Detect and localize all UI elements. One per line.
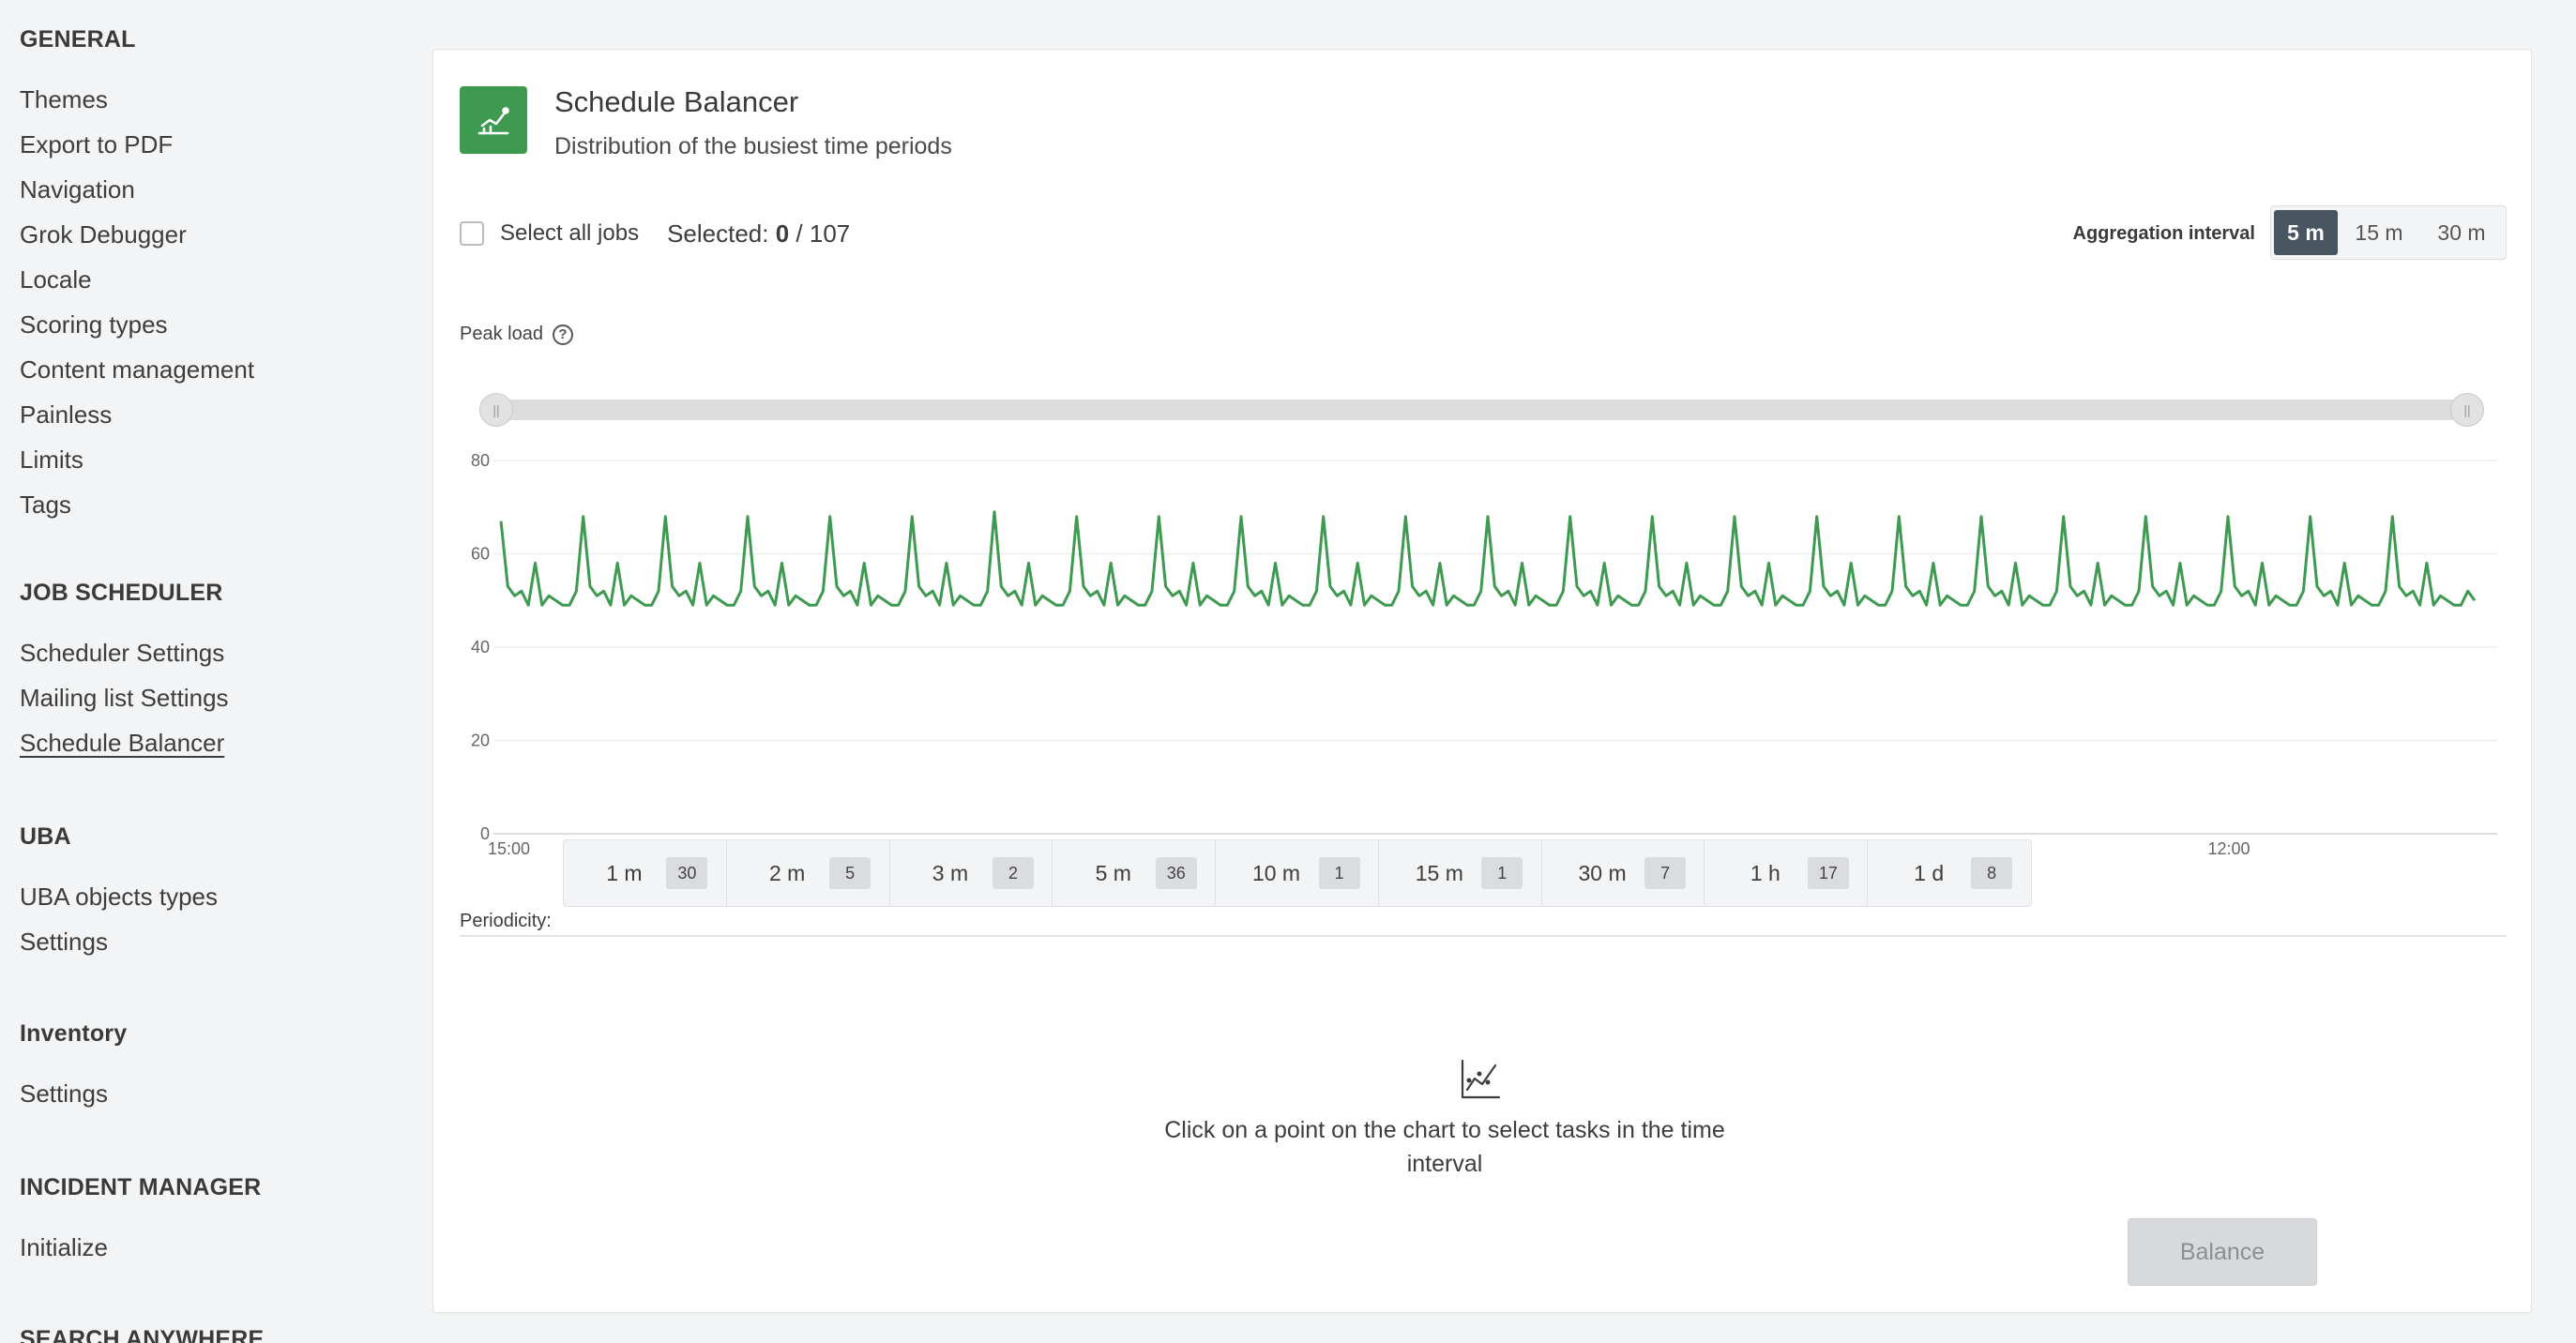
periodicity-count-badge: 36 <box>1155 857 1197 889</box>
periodicity-option-label: 1 d <box>1914 860 1945 885</box>
sidebar-item[interactable]: Grok Debugger <box>20 212 254 257</box>
sidebar-item[interactable]: Navigation <box>20 167 254 212</box>
slider-handle-right[interactable]: || <box>2450 393 2484 427</box>
slider-handle-left[interactable]: || <box>479 393 513 427</box>
periodicity-count-badge: 7 <box>1644 857 1687 889</box>
sidebar-item[interactable]: Scheduler Settings <box>20 630 229 675</box>
periodicity-option-label: 1 m <box>606 860 643 885</box>
select-all-label[interactable]: Select all jobs <box>500 220 639 247</box>
periodicity-option-label: 30 m <box>1578 860 1627 885</box>
x-tick-label: 12:00 <box>2207 839 2250 858</box>
periodicity-option[interactable]: 10 m 1 <box>1216 840 1379 906</box>
sidebar-section: JOB SCHEDULER Scheduler Settings Mailing l… <box>20 580 229 765</box>
sidebar-section-title: UBA <box>20 823 71 850</box>
sidebar-item[interactable]: Content management <box>20 347 254 392</box>
y-tick-label: 60 <box>471 545 490 564</box>
sidebar-section-title: Inventory <box>20 1020 128 1047</box>
periodicity-count-badge: 8 <box>1971 857 2013 889</box>
selected-count: 0 <box>775 219 790 248</box>
x-tick-label: 15:00 <box>488 839 530 858</box>
sidebar-section: GENERAL Themes Export to PDF Navigation Grok… <box>20 26 254 527</box>
periodicity-option-label: 3 m <box>932 860 969 885</box>
page-title: Schedule Balancer <box>554 85 799 118</box>
aggregation-option-30m[interactable]: 30 m <box>2420 210 2503 255</box>
sidebar-section-title: INCIDENT MANAGER <box>20 1174 262 1200</box>
aggregation-interval-label: Aggregation interval <box>2072 223 2255 244</box>
peak-load-label: Peak load ? <box>460 324 573 345</box>
peak-load-slider-track[interactable] <box>481 400 2463 420</box>
periodicity-filter: 1 m 30 2 m53 m25 m 36 10 m 1 15 m 1 30 m71 h 17 1 … <box>563 839 2032 907</box>
periodicity-option[interactable]: 1 m 30 <box>564 840 727 906</box>
periodicity-count-badge: 1 <box>1481 857 1523 889</box>
periodicity-option-label: 1 h <box>1750 860 1780 885</box>
periodicity-option[interactable]: 1 h 17 <box>1705 840 1869 906</box>
sidebar-item[interactable]: Scoring types <box>20 302 254 347</box>
sidebar-item[interactable]: Settings <box>20 1071 127 1116</box>
aggregation-option-5m[interactable]: 5 m <box>2274 210 2338 255</box>
periodicity-count-badge: 5 <box>829 857 871 889</box>
y-tick-label: 20 <box>471 732 490 750</box>
periodicity-option[interactable]: 5 m 36 <box>1053 840 1217 906</box>
sidebar-item[interactable]: Painless <box>20 392 254 437</box>
schedule-balancer-card: Schedule Balancer Distribution of the bu… <box>432 49 2532 1313</box>
periodicity-label: Periodicity: <box>460 911 552 931</box>
select-row: Select all jobs Selected: 0 / 107 <box>460 215 850 252</box>
sidebar-item[interactable]: Export to PDF <box>20 122 254 167</box>
periodicity-option[interactable]: 1 d 8 <box>1868 840 2031 906</box>
sidebar-section-title: SEARCH ANYWHERE <box>20 1326 265 1343</box>
sidebar-section: UBA UBA objects types Settings <box>20 823 218 964</box>
periodicity-option-label: 15 m <box>1415 860 1463 885</box>
sidebar-section: SEARCH ANYWHERE <box>20 1326 264 1343</box>
periodicity-option[interactable]: 15 m 1 <box>1379 840 1542 906</box>
empty-state-text: Click on a point on the chart to select … <box>1164 1117 1725 1177</box>
help-icon[interactable]: ? <box>552 324 573 345</box>
sidebar-section: Inventory Settings <box>20 1020 127 1116</box>
periodicity-count-badge: 30 <box>666 857 708 889</box>
periodicity-option[interactable]: 3 m 2 <box>890 840 1053 906</box>
load-series-line[interactable] <box>499 510 2477 607</box>
selected-counter: Selected: 0 / 107 <box>667 219 850 249</box>
periodicity-count-badge: 1 <box>1318 857 1360 889</box>
periodicity-option-label: 5 m <box>1095 860 1131 885</box>
sidebar-section: INCIDENT MANAGER Initialize <box>20 1174 261 1270</box>
sidebar-section-title: GENERAL <box>20 26 136 53</box>
periodicity-option-label: 2 m <box>769 860 806 885</box>
aggregation-interval-toggle: 5 m 15 m 30 m <box>2270 205 2507 260</box>
balance-button[interactable]: Balance <box>2128 1218 2317 1286</box>
chart-line-icon <box>460 86 527 154</box>
settings-sidebar: GENERAL Themes Export to PDF Navigation Grok… <box>0 0 403 1343</box>
sidebar-item[interactable]: Tags <box>20 482 254 527</box>
periodicity-count-badge: 2 <box>992 857 1034 889</box>
chart-points-icon <box>1459 1058 1502 1106</box>
divider <box>460 935 2507 937</box>
sidebar-item[interactable]: Schedule Balancer <box>20 720 229 765</box>
y-tick-label: 80 <box>471 451 490 470</box>
load-chart[interactable]: 02040608015:0018:0021:0000:0003:0006:000… <box>460 434 2507 866</box>
sidebar-item[interactable]: Locale <box>20 257 254 302</box>
periodicity-option[interactable]: 30 m 7 <box>1542 840 1705 906</box>
selected-total: / 107 <box>796 219 851 248</box>
page-subtitle: Distribution of the busiest time periods <box>554 133 952 159</box>
sidebar-item[interactable]: Settings <box>20 919 218 964</box>
y-tick-label: 40 <box>471 638 490 656</box>
sidebar-item[interactable]: Initialize <box>20 1225 261 1270</box>
sidebar-item[interactable]: Limits <box>20 437 254 482</box>
sidebar-item[interactable]: Mailing list Settings <box>20 675 229 720</box>
periodicity-option[interactable]: 2 m 5 <box>727 840 890 906</box>
peak-load-text: Peak load <box>460 324 543 344</box>
aggregation-option-15m[interactable]: 15 m <box>2338 210 2420 255</box>
sidebar-item[interactable]: UBA objects types <box>20 874 218 919</box>
selected-prefix: Selected: <box>667 219 769 248</box>
select-all-checkbox[interactable] <box>460 221 484 246</box>
sidebar-section-title: JOB SCHEDULER <box>20 580 223 606</box>
sidebar-item[interactable]: Themes <box>20 77 254 122</box>
periodicity-count-badge: 17 <box>1807 857 1849 889</box>
periodicity-option-label: 10 m <box>1251 860 1301 885</box>
